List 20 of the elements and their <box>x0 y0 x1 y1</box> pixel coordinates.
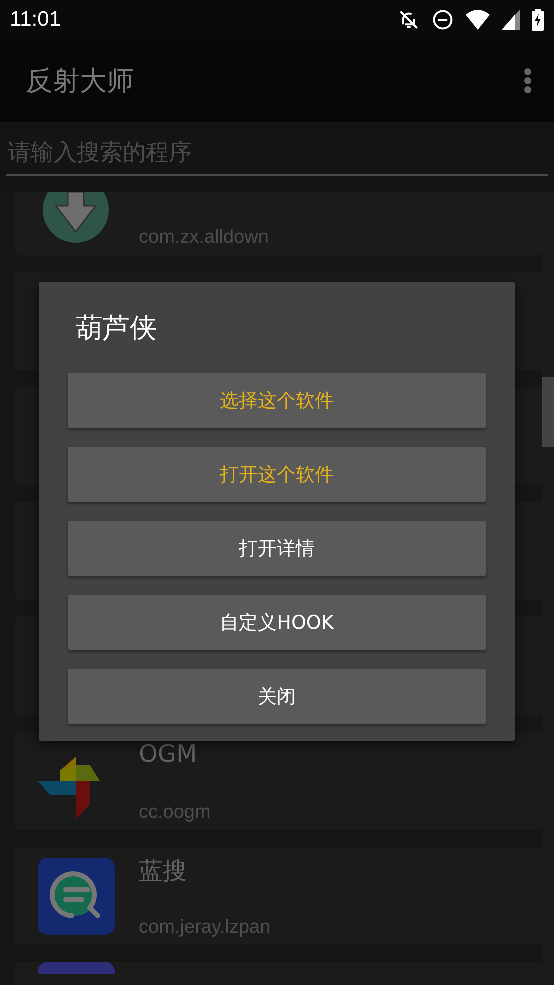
status-time: 11:01 <box>10 8 61 32</box>
app-icon <box>38 962 115 974</box>
search-app-icon <box>38 858 115 934</box>
dialog-button[interactable]: 选择这个软件 <box>68 373 486 428</box>
do-not-disturb-icon <box>432 9 454 31</box>
dialog-button[interactable]: 打开详情 <box>68 521 486 576</box>
more-menu-icon[interactable] <box>524 68 532 94</box>
app-name: 蓝搜 <box>139 856 188 887</box>
scrollbar-thumb[interactable] <box>542 377 554 447</box>
search-field[interactable]: 请输入搜索的程序 <box>6 134 548 176</box>
wifi-icon <box>466 10 490 30</box>
app-title: 反射大师 <box>26 65 134 99</box>
battery-icon <box>532 9 544 31</box>
dialog-button[interactable]: 关闭 <box>68 669 486 724</box>
bell-off-icon <box>398 9 420 31</box>
signal-icon <box>502 10 520 30</box>
app-name: OGM <box>139 740 198 768</box>
dialog-title: 葫芦侠 <box>75 312 158 346</box>
dialog-button[interactable]: 自定义HOOK <box>68 595 486 650</box>
dialog-button[interactable]: 打开这个软件 <box>68 447 486 502</box>
